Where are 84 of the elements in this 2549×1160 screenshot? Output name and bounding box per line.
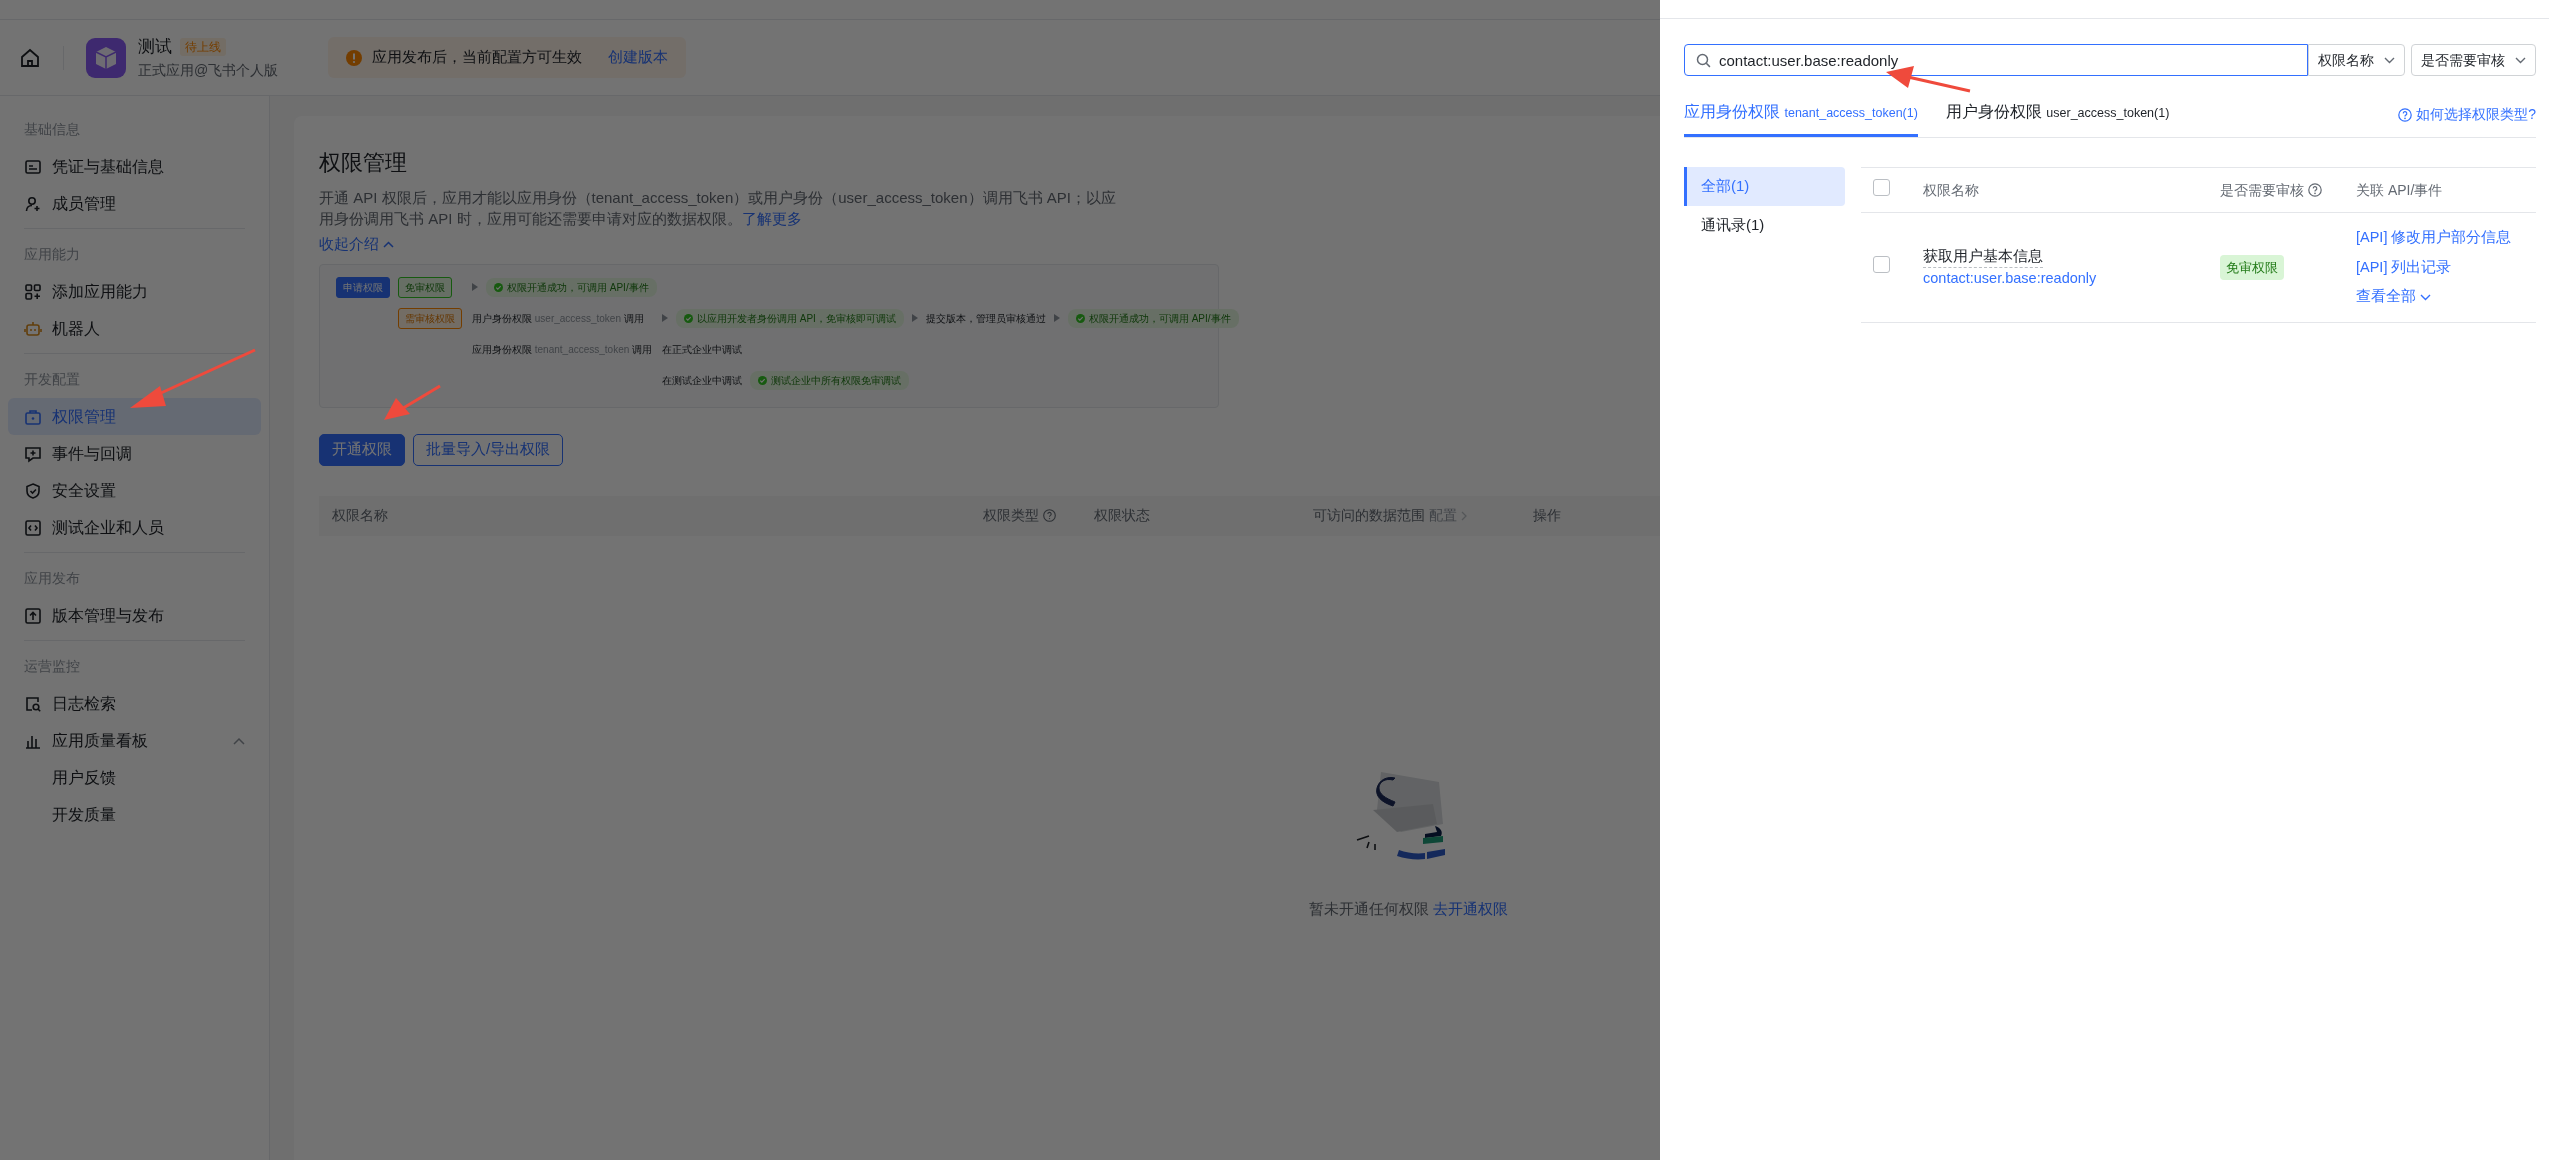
page-title: 权限管理 bbox=[319, 149, 408, 177]
shield-icon bbox=[24, 481, 42, 500]
robot-icon bbox=[24, 319, 42, 338]
flow-success-step: 测试企业中所有权限免审调试 bbox=[750, 370, 909, 390]
permission-scope[interactable]: contact:user.base:readonly bbox=[1923, 268, 2220, 291]
empty-state-text: 暂未开通任何权限 bbox=[1308, 899, 1429, 917]
upload-icon bbox=[24, 606, 42, 625]
category-item[interactable]: 通讯录(1) bbox=[1684, 206, 1845, 245]
lock-box-icon bbox=[24, 407, 42, 426]
flow-success-step: 以应用开发者身份调用 API，免审核即可调试 bbox=[676, 308, 904, 328]
search-field[interactable]: contact:user.base:readonly bbox=[1684, 44, 2308, 76]
page-description: 开通 API 权限后，应用才能以应用身份（tenant_access_token）或用户身份（user_access_token）调用飞书 API；以应用身份调用飞书 API 时，应用可能还需要申请对应的数据权限。了解更多 bbox=[319, 188, 1117, 229]
view-all-link[interactable]: 查看全部 bbox=[2356, 286, 2431, 309]
sidebar-item[interactable]: 添加应用能力 bbox=[8, 273, 261, 310]
column-header: 是否需要审核 bbox=[2220, 180, 2304, 200]
check-circle-icon bbox=[758, 375, 767, 385]
flow-step: 在测试企业中调试 bbox=[662, 372, 742, 388]
sidebar-item[interactable]: 凭证与基础信息 bbox=[8, 148, 261, 185]
user-add-icon bbox=[24, 194, 42, 213]
sidebar-item[interactable]: 机器人 bbox=[8, 310, 261, 347]
flow-step: 在正式企业中调试 bbox=[662, 341, 742, 357]
api-link[interactable]: [API] 修改用户部分信息 bbox=[2356, 226, 2536, 249]
log-search-icon bbox=[24, 694, 42, 713]
sidebar-item[interactable]: 权限管理 bbox=[8, 398, 261, 435]
collapse-intro-link[interactable]: 收起介绍 bbox=[319, 233, 394, 256]
column-header: 权限类型 bbox=[983, 506, 1039, 525]
notice-text: 应用发布后，当前配置方可生效 bbox=[372, 47, 583, 68]
chevron-down-icon bbox=[2420, 293, 2431, 301]
flow-success-step: 权限开通成功，可调用 API/事件 bbox=[1067, 308, 1239, 328]
sidebar-subitem[interactable]: 开发质量 bbox=[8, 796, 261, 833]
help-icon bbox=[2398, 107, 2413, 122]
flow-tag: 申请权限 bbox=[336, 276, 390, 298]
check-circle-icon bbox=[684, 313, 693, 323]
app-subtitle: 正式应用@飞书个人版 bbox=[138, 60, 279, 80]
sidebar-item[interactable]: 日志检索 bbox=[8, 685, 261, 722]
flow-tag: 免审权限 bbox=[398, 276, 452, 298]
flow-success-step: 权限开通成功，可调用 API/事件 bbox=[486, 277, 657, 297]
sidebar-item[interactable]: 版本管理与发布 bbox=[8, 597, 261, 634]
create-version-link[interactable]: 创建版本 bbox=[608, 46, 669, 69]
checkbox[interactable] bbox=[1873, 178, 1890, 196]
column-header: 权限状态 bbox=[1094, 506, 1150, 525]
sidebar-item[interactable]: 成员管理 bbox=[8, 185, 261, 222]
id-card-icon bbox=[24, 157, 42, 176]
chevron-down-icon bbox=[2384, 56, 2395, 64]
chevron-right-icon bbox=[1461, 510, 1467, 521]
column-header: 关联 API/事件 bbox=[2356, 180, 2443, 200]
go-enable-link[interactable]: 去开通权限 bbox=[1432, 899, 1508, 917]
sidebar-item[interactable]: 事件与回调 bbox=[8, 435, 261, 472]
status-tag: 待上线 bbox=[180, 38, 226, 56]
app-logo-icon bbox=[86, 37, 126, 78]
learn-more-link[interactable]: 了解更多 bbox=[741, 210, 802, 227]
filter-dropdown[interactable]: 是否需要审核 bbox=[2411, 44, 2536, 76]
code-icon bbox=[24, 518, 42, 537]
enable-permission-button[interactable]: 开通权限 bbox=[319, 433, 405, 466]
flow-tag: 需审核权限 bbox=[398, 307, 462, 329]
flow-step: 提交版本，管理员审核通过 bbox=[925, 310, 1046, 326]
home-icon[interactable] bbox=[19, 46, 41, 69]
tab[interactable]: 应用身份权限 tenant_access_token(1) bbox=[1684, 99, 1918, 137]
search-icon bbox=[1696, 53, 1711, 68]
sidebar-subitem[interactable]: 用户反馈 bbox=[8, 759, 261, 796]
column-header: 操作 bbox=[1533, 506, 1561, 525]
sidebar-item[interactable]: 安全设置 bbox=[8, 472, 261, 509]
api-link[interactable]: [API] 列出记录 bbox=[2356, 256, 2536, 279]
review-tag: 免审权限 bbox=[2220, 254, 2284, 281]
event-icon bbox=[24, 444, 42, 463]
annotation-arrow bbox=[384, 384, 441, 420]
tab[interactable]: 用户身份权限 user_access_token(1) bbox=[1945, 99, 2170, 137]
permission-name: 获取用户基本信息 bbox=[1923, 244, 2043, 269]
filter-dropdown[interactable]: 权限名称 bbox=[2308, 44, 2405, 76]
grid-add-icon bbox=[24, 282, 42, 301]
check-circle-icon bbox=[1075, 313, 1085, 323]
warning-icon bbox=[346, 49, 363, 66]
sidebar-item[interactable]: 测试企业和人员 bbox=[8, 509, 261, 546]
column-header: 权限名称 bbox=[332, 506, 388, 525]
help-link[interactable]: 如何选择权限类型? bbox=[2398, 104, 2536, 137]
chevron-down-icon bbox=[2515, 56, 2526, 64]
column-header: 可访问的数据范围 bbox=[1313, 506, 1425, 525]
category-item[interactable]: 全部(1) bbox=[1684, 167, 1845, 206]
batch-import-export-button[interactable]: 批量导入/导出权限 bbox=[413, 433, 564, 466]
checkbox[interactable] bbox=[1873, 255, 1890, 273]
app-name: 测试 bbox=[138, 36, 172, 59]
check-circle-icon bbox=[494, 282, 503, 292]
column-header: 权限名称 bbox=[1923, 180, 1979, 200]
sidebar-item[interactable]: 应用质量看板 bbox=[8, 722, 261, 759]
